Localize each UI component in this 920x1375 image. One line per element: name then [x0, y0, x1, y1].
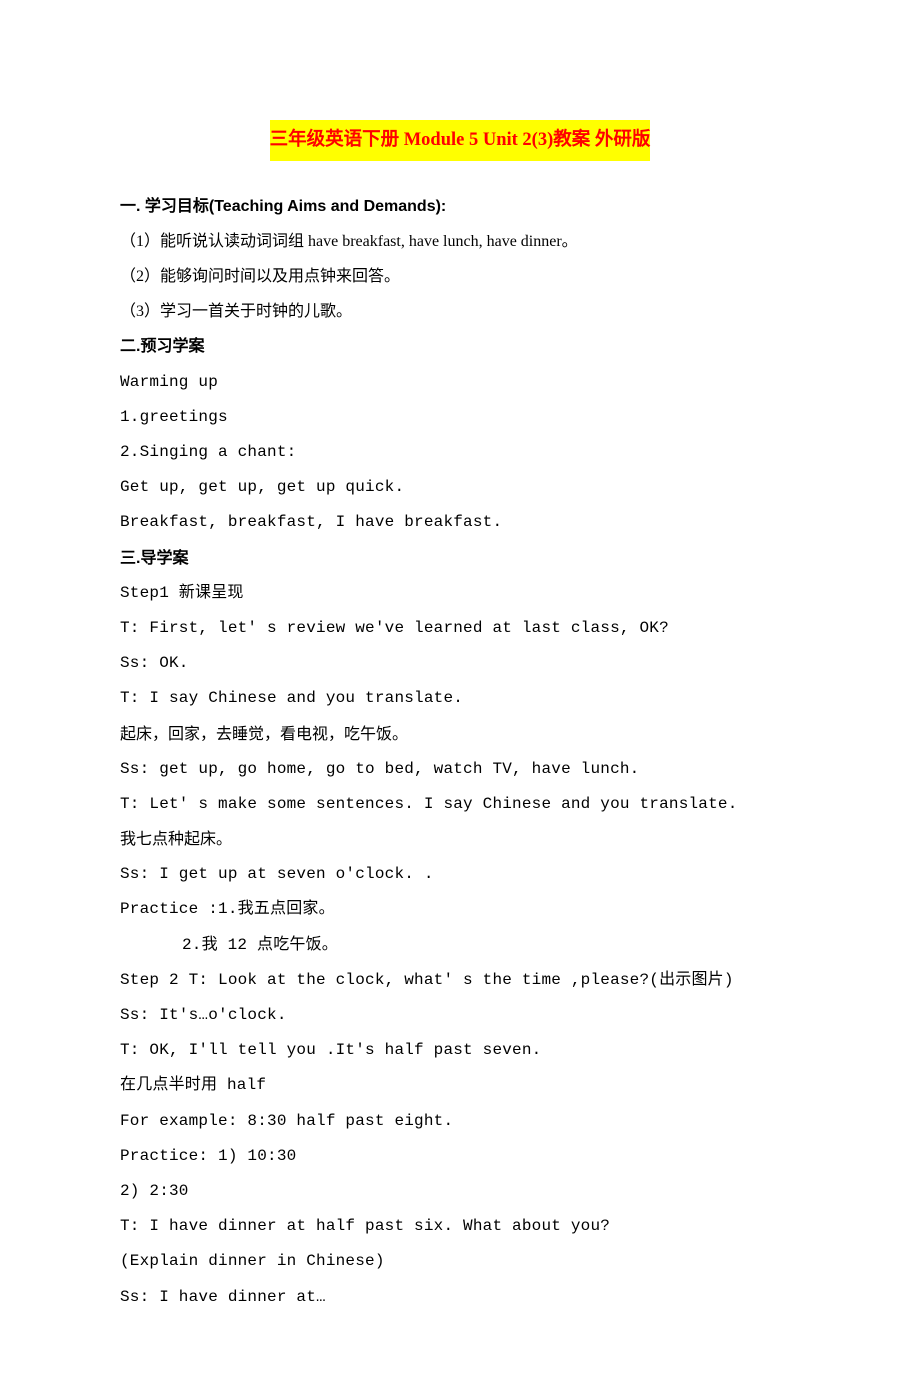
- body-line: For example: 8:30 half past eight.: [120, 1104, 800, 1139]
- body-line: 在几点半时用 half: [120, 1068, 800, 1103]
- body-line: Ss: I have dinner at…: [120, 1280, 800, 1315]
- body-line: T: Let' s make some sentences. I say Chi…: [120, 787, 800, 822]
- body-line: Practice: 1) 10:30: [120, 1139, 800, 1174]
- section-2-heading: 二.预习学案: [120, 329, 800, 364]
- body-line: Step1 新课呈现: [120, 576, 800, 611]
- body-line: T: I say Chinese and you translate.: [120, 681, 800, 716]
- body-line: 2.Singing a chant:: [120, 435, 800, 470]
- body-line: (Explain dinner in Chinese): [120, 1244, 800, 1279]
- body-line: Ss: OK.: [120, 646, 800, 681]
- body-line: Ss: get up, go home, go to bed, watch TV…: [120, 752, 800, 787]
- body-line: Warming up: [120, 365, 800, 400]
- title-wrapper: 三年级英语下册 Module 5 Unit 2(3)教案 外研版: [120, 120, 800, 161]
- body-line: Step 2 T: Look at the clock, what' s the…: [120, 963, 800, 998]
- body-line: Practice :1.我五点回家。: [120, 892, 800, 927]
- body-line: Ss: I get up at seven o'clock. .: [120, 857, 800, 892]
- body-line: Breakfast, breakfast, I have breakfast.: [120, 505, 800, 540]
- document-page: 三年级英语下册 Module 5 Unit 2(3)教案 外研版 一. 学习目标…: [0, 0, 920, 1375]
- body-line: 起床，回家，去睡觉，看电视，吃午饭。: [120, 717, 800, 752]
- section-3-heading: 三.导学案: [120, 541, 800, 576]
- section-1-item: （3）学习一首关于时钟的儿歌。: [120, 294, 800, 329]
- body-line: 1.greetings: [120, 400, 800, 435]
- body-line: T: I have dinner at half past six. What …: [120, 1209, 800, 1244]
- section-1-heading: 一. 学习目标(Teaching Aims and Demands):: [120, 189, 800, 224]
- body-line: Ss: It's…o'clock.: [120, 998, 800, 1033]
- body-line: 2) 2:30: [120, 1174, 800, 1209]
- body-line-indented: 2.我 12 点吃午饭。: [120, 928, 800, 963]
- body-line: Get up, get up, get up quick.: [120, 470, 800, 505]
- body-line: 我七点种起床。: [120, 822, 800, 857]
- body-line: T: First, let' s review we've learned at…: [120, 611, 800, 646]
- body-line: T: OK, I'll tell you .It's half past sev…: [120, 1033, 800, 1068]
- document-title: 三年级英语下册 Module 5 Unit 2(3)教案 外研版: [270, 120, 651, 161]
- section-1-item: （1）能听说认读动词词组 have breakfast, have lunch,…: [120, 224, 800, 259]
- section-1-item: （2）能够询问时间以及用点钟来回答。: [120, 259, 800, 294]
